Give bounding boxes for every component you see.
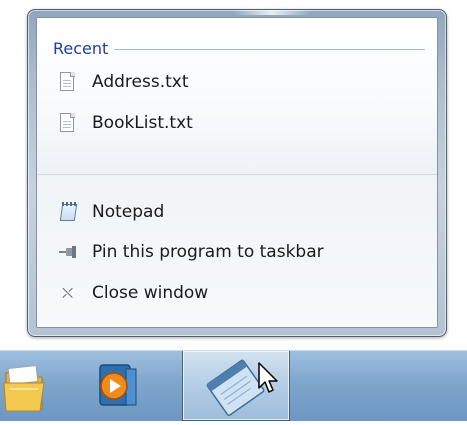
pin-icon [59, 242, 77, 262]
tasks-section: Notepad Pin this program to taskbar ⛌ Cl… [37, 175, 437, 327]
task-label: Notepad [92, 202, 165, 222]
recent-section: Recent Address.txt BookList.txt [37, 18, 437, 174]
header-divider [114, 48, 425, 50]
mouse-cursor-icon [258, 362, 278, 393]
jump-list-panel: Recent Address.txt BookList.txt Notepad … [36, 17, 438, 328]
taskbar-button-media-player[interactable] [86, 351, 154, 421]
recent-item-booklist[interactable]: BookList.txt [59, 109, 193, 137]
close-icon: ⛌ [62, 284, 74, 302]
recent-category-header: Recent [53, 37, 425, 59]
recent-item-address[interactable]: Address.txt [59, 68, 189, 96]
frame-glow [232, 10, 312, 15]
taskbar [0, 350, 467, 421]
task-label: Close window [92, 283, 209, 303]
recent-item-label: Address.txt [92, 72, 189, 92]
recent-item-label: BookList.txt [92, 113, 193, 133]
recent-header-label: Recent [53, 38, 109, 58]
taskbar-button-explorer[interactable] [0, 351, 58, 421]
task-open-notepad[interactable]: Notepad [59, 198, 164, 226]
text-document-icon [59, 72, 77, 92]
text-document-icon [59, 113, 77, 133]
media-player-icon [99, 364, 137, 406]
task-pin-to-taskbar[interactable]: Pin this program to taskbar [59, 238, 324, 266]
task-label: Pin this program to taskbar [92, 242, 324, 262]
folder-icon [3, 365, 45, 412]
notepad-icon [59, 202, 78, 222]
task-close-window[interactable]: ⛌ Close window [59, 279, 208, 307]
jump-list: Recent Address.txt BookList.txt Notepad … [27, 9, 447, 337]
